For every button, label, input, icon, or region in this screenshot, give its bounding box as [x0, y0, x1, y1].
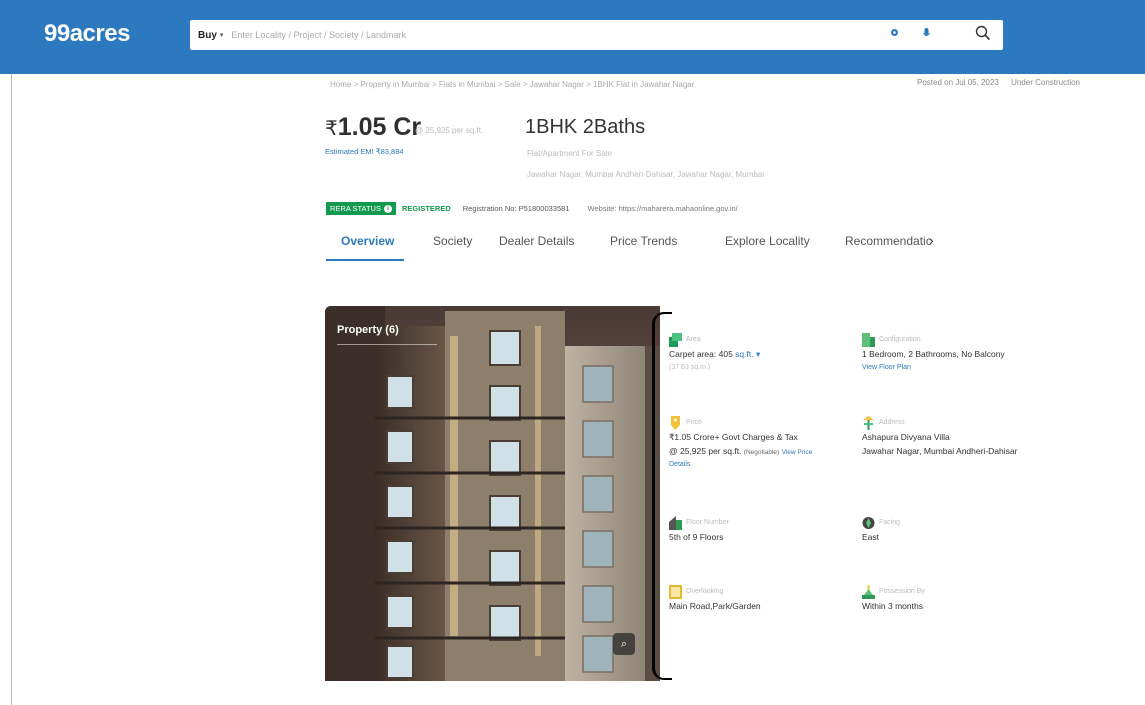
tab-explore-locality[interactable]: Explore Locality [725, 234, 810, 248]
area-sqm: (37.63 sq.m.) [669, 364, 711, 371]
page-border [11, 74, 12, 705]
emi-link[interactable]: Estimated EMI ₹83,884 [325, 147, 404, 156]
facing-label: Facing [879, 519, 901, 526]
price-heading: ₹1.05 Cr [325, 113, 421, 142]
price-per-sqft-detail: @ 25,925 per sq.ft. [669, 446, 742, 456]
price-amount: 1.05 Cr [337, 113, 422, 141]
price-per-sqft: @ 25,925 per sq.ft. [415, 126, 484, 135]
possession-label: Possession By [879, 588, 925, 595]
construction-status: Under Construction [1011, 78, 1080, 87]
top-navbar: 99acres Buy ▾ [0, 0, 1145, 74]
photo-count-label: Property (6) [337, 324, 399, 336]
property-type: Flat/Apartment For Sale [527, 149, 612, 158]
property-address: Jawahar Nagar, Mumbai Andheri-Dahisar, J… [527, 170, 765, 179]
address-value: Ashapura Divyana Villa [862, 432, 950, 442]
tab-dealer-details[interactable]: Dealer Details [499, 234, 574, 248]
possession-icon [862, 585, 875, 599]
area-icon [669, 333, 682, 347]
building-image [325, 306, 660, 681]
tab-recommendations[interactable]: Recommendatic [845, 234, 932, 248]
search-bar: Buy ▾ [190, 20, 1003, 50]
buy-dropdown[interactable]: Buy ▾ [190, 30, 223, 41]
zoom-icon[interactable]: ⌕ [613, 633, 635, 655]
breadcrumb[interactable]: Home > Property in Mumbai > Flats in Mum… [330, 80, 694, 89]
active-tab-indicator [326, 259, 404, 261]
price-label: Price [686, 419, 702, 426]
property-photo[interactable]: Property (6) ⌕ [325, 306, 660, 681]
rera-status-badge[interactable]: RERA STATUS i [326, 202, 396, 215]
search-icon[interactable] [975, 25, 991, 41]
view-price-link[interactable]: View Price [782, 449, 813, 456]
photo-divider [337, 344, 437, 345]
logo[interactable]: 99acres [44, 20, 130, 48]
address-label: Address [879, 419, 905, 426]
overlooking-value: Main Road,Park/Garden [669, 601, 761, 611]
area-label: Area [686, 336, 701, 343]
property-config-title: 1BHK 2Baths [525, 116, 646, 138]
tab-price-trends[interactable]: Price Trends [610, 234, 677, 248]
search-input[interactable] [231, 30, 832, 40]
area-unit-dropdown[interactable]: sq.ft. ▾ [735, 349, 760, 359]
rupee-symbol: ₹ [325, 118, 338, 140]
configuration-value: 1 Bedroom, 2 Bathrooms, No Balcony [862, 349, 1005, 359]
rera-row: RERA STATUS i REGISTERED Registration No… [326, 202, 738, 215]
compass-icon [862, 516, 875, 530]
rera-registered: REGISTERED [401, 204, 451, 213]
posted-date: Posted on Jul 05, 2023 [917, 78, 999, 87]
price-value: ₹1.05 Crore+ Govt Charges & Tax [669, 432, 798, 442]
address-pin-icon [862, 416, 875, 430]
price-tag-icon [669, 416, 682, 430]
building-icon [862, 333, 875, 347]
configuration-label: Configuration [879, 336, 921, 343]
window-icon [669, 585, 682, 599]
area-value: Carpet area: 405 sq.ft. ▾ [669, 347, 760, 361]
microphone-icon[interactable] [923, 28, 930, 42]
tab-society[interactable]: Society [433, 234, 472, 248]
possession-value: Within 3 months [862, 601, 923, 611]
address-locality: Jawahar Nagar, Mumbai Andheri-Dahisar [862, 446, 1018, 456]
chevron-right-icon[interactable]: › [929, 232, 934, 248]
rera-status-label: RERA STATUS [330, 204, 381, 213]
buy-label: Buy [198, 29, 217, 41]
price-value-secondary: @ 25,925 per sq.ft. (Negotiable) View Pr… [669, 444, 812, 460]
carpet-area: Carpet area: 405 [669, 349, 733, 359]
tab-overview[interactable]: Overview [341, 234, 394, 248]
overlooking-label: Overlooking [686, 588, 724, 595]
location-icon[interactable] [890, 28, 899, 41]
negotiable-tag: (Negotiable) [743, 449, 780, 456]
area-unit: sq.ft. [735, 349, 754, 359]
rera-registration-number: Registration No: P51800033581 [462, 204, 570, 213]
facing-value: East [862, 532, 880, 542]
chevron-down-icon: ▾ [219, 32, 224, 39]
view-floor-plan-link[interactable]: View Floor Plan [862, 361, 911, 375]
floor-label: Floor Number [686, 519, 729, 526]
price-details-link[interactable]: Details [669, 458, 690, 472]
info-icon: i [383, 204, 392, 213]
floor-icon [669, 516, 682, 530]
floor-value: 5th of 9 Floors [669, 532, 724, 542]
rera-website[interactable]: Website: https://maharera.mahaonline.gov… [588, 204, 738, 213]
posted-info: Posted on Jul 05, 2023 Under Constructio… [917, 78, 1080, 87]
